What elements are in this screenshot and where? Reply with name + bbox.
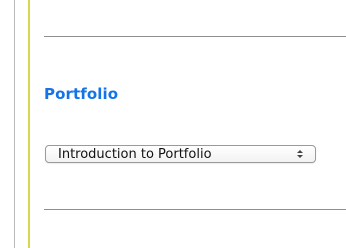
select-value: Introduction to Portfolio bbox=[58, 146, 212, 162]
up-down-arrows-icon bbox=[295, 149, 305, 159]
portfolio-select[interactable]: Introduction to Portfolio bbox=[45, 145, 316, 163]
accent-bar bbox=[28, 0, 30, 248]
top-divider bbox=[44, 36, 346, 37]
left-sidebar-edge bbox=[0, 0, 15, 248]
bottom-divider bbox=[44, 209, 346, 210]
section-title: Portfolio bbox=[44, 85, 119, 103]
